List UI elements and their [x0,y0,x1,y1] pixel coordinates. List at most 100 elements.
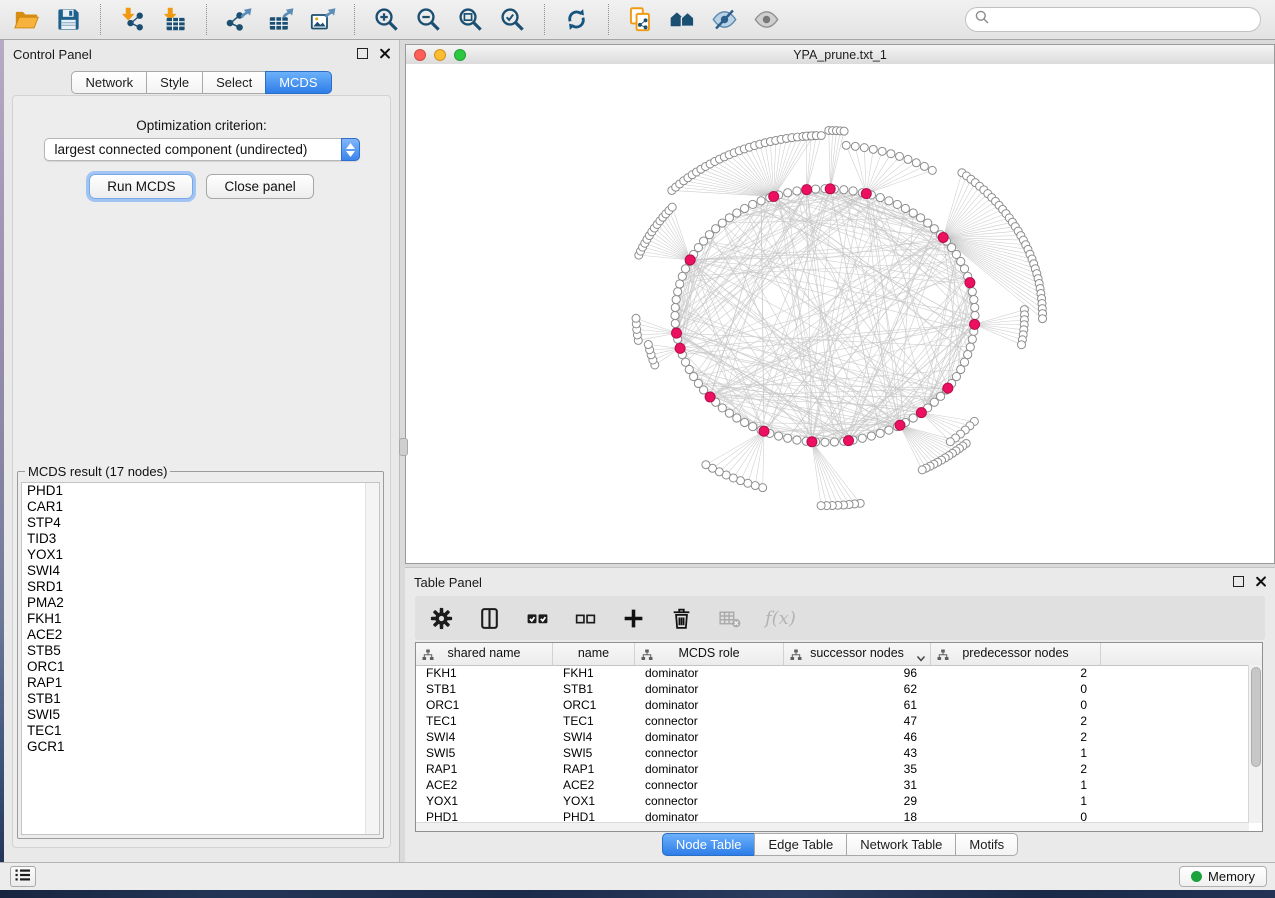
result-node-item[interactable]: YOX1 [22,547,379,563]
cell-MCDS-role: connector [635,746,784,760]
result-node-item[interactable]: STP4 [22,515,379,531]
result-node-item[interactable]: ACE2 [22,627,379,643]
split-columns-button[interactable] [476,605,503,632]
search-box[interactable] [965,7,1261,32]
result-node-item[interactable]: PMA2 [22,595,379,611]
optimization-criterion-select[interactable]: largest connected component (undirected) [44,138,360,161]
result-node-item[interactable]: SRD1 [22,579,379,595]
column-header-shared-name[interactable]: shared name [416,643,553,665]
delete-column-button[interactable] [668,605,695,632]
column-label: MCDS role [635,646,783,660]
result-list-scrollbar[interactable] [365,483,379,834]
table-row[interactable]: ACE2ACE2connector311 [416,777,1249,793]
network-graph[interactable] [406,64,1274,563]
tab-node-table[interactable]: Node Table [662,833,756,856]
panel-divider-grip[interactable] [399,438,408,456]
cell-shared-name: ACE2 [416,778,553,792]
table-settings-button[interactable] [428,605,455,632]
column-header-name[interactable]: name [553,643,635,665]
deselect-all-button[interactable] [572,605,599,632]
close-panel-button[interactable]: Close panel [206,174,313,199]
tab-edge-table[interactable]: Edge Table [754,833,847,856]
zoom-selected-button[interactable] [496,3,529,36]
table-vscrollbar-thumb[interactable] [1251,667,1261,767]
select-all-icon [525,606,550,631]
result-node-item[interactable]: STB5 [22,643,379,659]
table-row[interactable]: STB1STB1dominator620 [416,681,1249,697]
run-mcds-button[interactable]: Run MCDS [89,174,193,199]
table-hscrollbar[interactable] [416,822,1249,831]
import-network-button[interactable] [116,3,149,36]
list-icon [15,868,31,885]
tab-style[interactable]: Style [146,71,203,94]
table-row[interactable]: YOX1YOX1connector291 [416,793,1249,809]
export-table-icon [267,6,294,33]
mcds-result-list[interactable]: PHD1CAR1STP4TID3YOX1SWI4SRD1PMA2FKH1ACE2… [21,482,380,835]
zoom-fit-button[interactable] [454,3,487,36]
window-close-icon[interactable] [414,49,426,61]
table-row[interactable]: TEC1TEC1connector472 [416,713,1249,729]
import-table-button[interactable] [158,3,191,36]
select-all-button[interactable] [524,605,551,632]
table-row[interactable]: SWI5SWI5connector431 [416,745,1249,761]
column-header-successor-nodes[interactable]: successor nodes [784,643,931,665]
memory-label: Memory [1208,869,1255,884]
cell-successor-nodes: 35 [784,762,931,776]
result-node-item[interactable]: RAP1 [22,675,379,691]
network-window-titlebar[interactable]: YPA_prune.txt_1 [406,45,1274,65]
table-vscrollbar[interactable] [1248,665,1262,823]
zoom-in-button[interactable] [370,3,403,36]
control-panel-header: Control Panel [4,40,399,66]
save-session-button[interactable] [52,3,85,36]
export-image-button[interactable] [306,3,339,36]
export-table-button[interactable] [264,3,297,36]
result-node-item[interactable]: TID3 [22,531,379,547]
table-row[interactable]: FKH1FKH1dominator962 [416,665,1249,681]
export-network-button[interactable] [222,3,255,36]
result-node-item[interactable]: PHD1 [22,483,379,499]
toolbar-separator [206,4,207,35]
mcds-result-title: MCDS result (17 nodes) [25,464,170,479]
table-row[interactable]: SWI4SWI4dominator462 [416,729,1249,745]
show-all-button[interactable] [750,3,783,36]
add-column-button[interactable] [620,605,647,632]
zoom-out-button[interactable] [412,3,445,36]
column-label: name [553,646,634,660]
result-node-item[interactable]: CAR1 [22,499,379,515]
deselect-all-icon [573,606,598,631]
network-canvas[interactable] [406,64,1274,563]
refresh-view-button[interactable] [560,3,593,36]
hide-selected-button[interactable] [708,3,741,36]
result-node-item[interactable]: GCR1 [22,739,379,755]
first-neighbors-icon [669,6,696,33]
search-input[interactable] [994,9,1260,31]
result-node-item[interactable]: FKH1 [22,611,379,627]
table-row[interactable]: RAP1RAP1dominator352 [416,761,1249,777]
close-icon[interactable] [378,47,391,60]
column-header-MCDS-role[interactable]: MCDS role [635,643,784,665]
show-all-icon [753,6,780,33]
float-icon[interactable] [1233,576,1244,587]
first-neighbors-button[interactable] [666,3,699,36]
result-node-item[interactable]: SWI4 [22,563,379,579]
open-file-button[interactable] [10,3,43,36]
control-panel-title: Control Panel [13,47,92,62]
tab-network[interactable]: Network [71,71,147,94]
column-header-predecessor-nodes[interactable]: predecessor nodes [931,643,1101,665]
tab-select[interactable]: Select [202,71,266,94]
result-node-item[interactable]: ORC1 [22,659,379,675]
memory-button[interactable]: Memory [1179,866,1267,887]
result-node-item[interactable]: SWI5 [22,707,379,723]
duplicate-network-button[interactable] [624,3,657,36]
window-zoom-icon[interactable] [454,49,466,61]
close-icon[interactable] [1254,575,1267,588]
tab-motifs[interactable]: Motifs [955,833,1018,856]
float-icon[interactable] [357,48,368,59]
table-row[interactable]: ORC1ORC1dominator610 [416,697,1249,713]
result-node-item[interactable]: STB1 [22,691,379,707]
window-minimize-icon[interactable] [434,49,446,61]
result-node-item[interactable]: TEC1 [22,723,379,739]
tab-network-table[interactable]: Network Table [846,833,956,856]
tab-mcds[interactable]: MCDS [265,71,331,94]
task-list-button[interactable] [10,866,36,887]
